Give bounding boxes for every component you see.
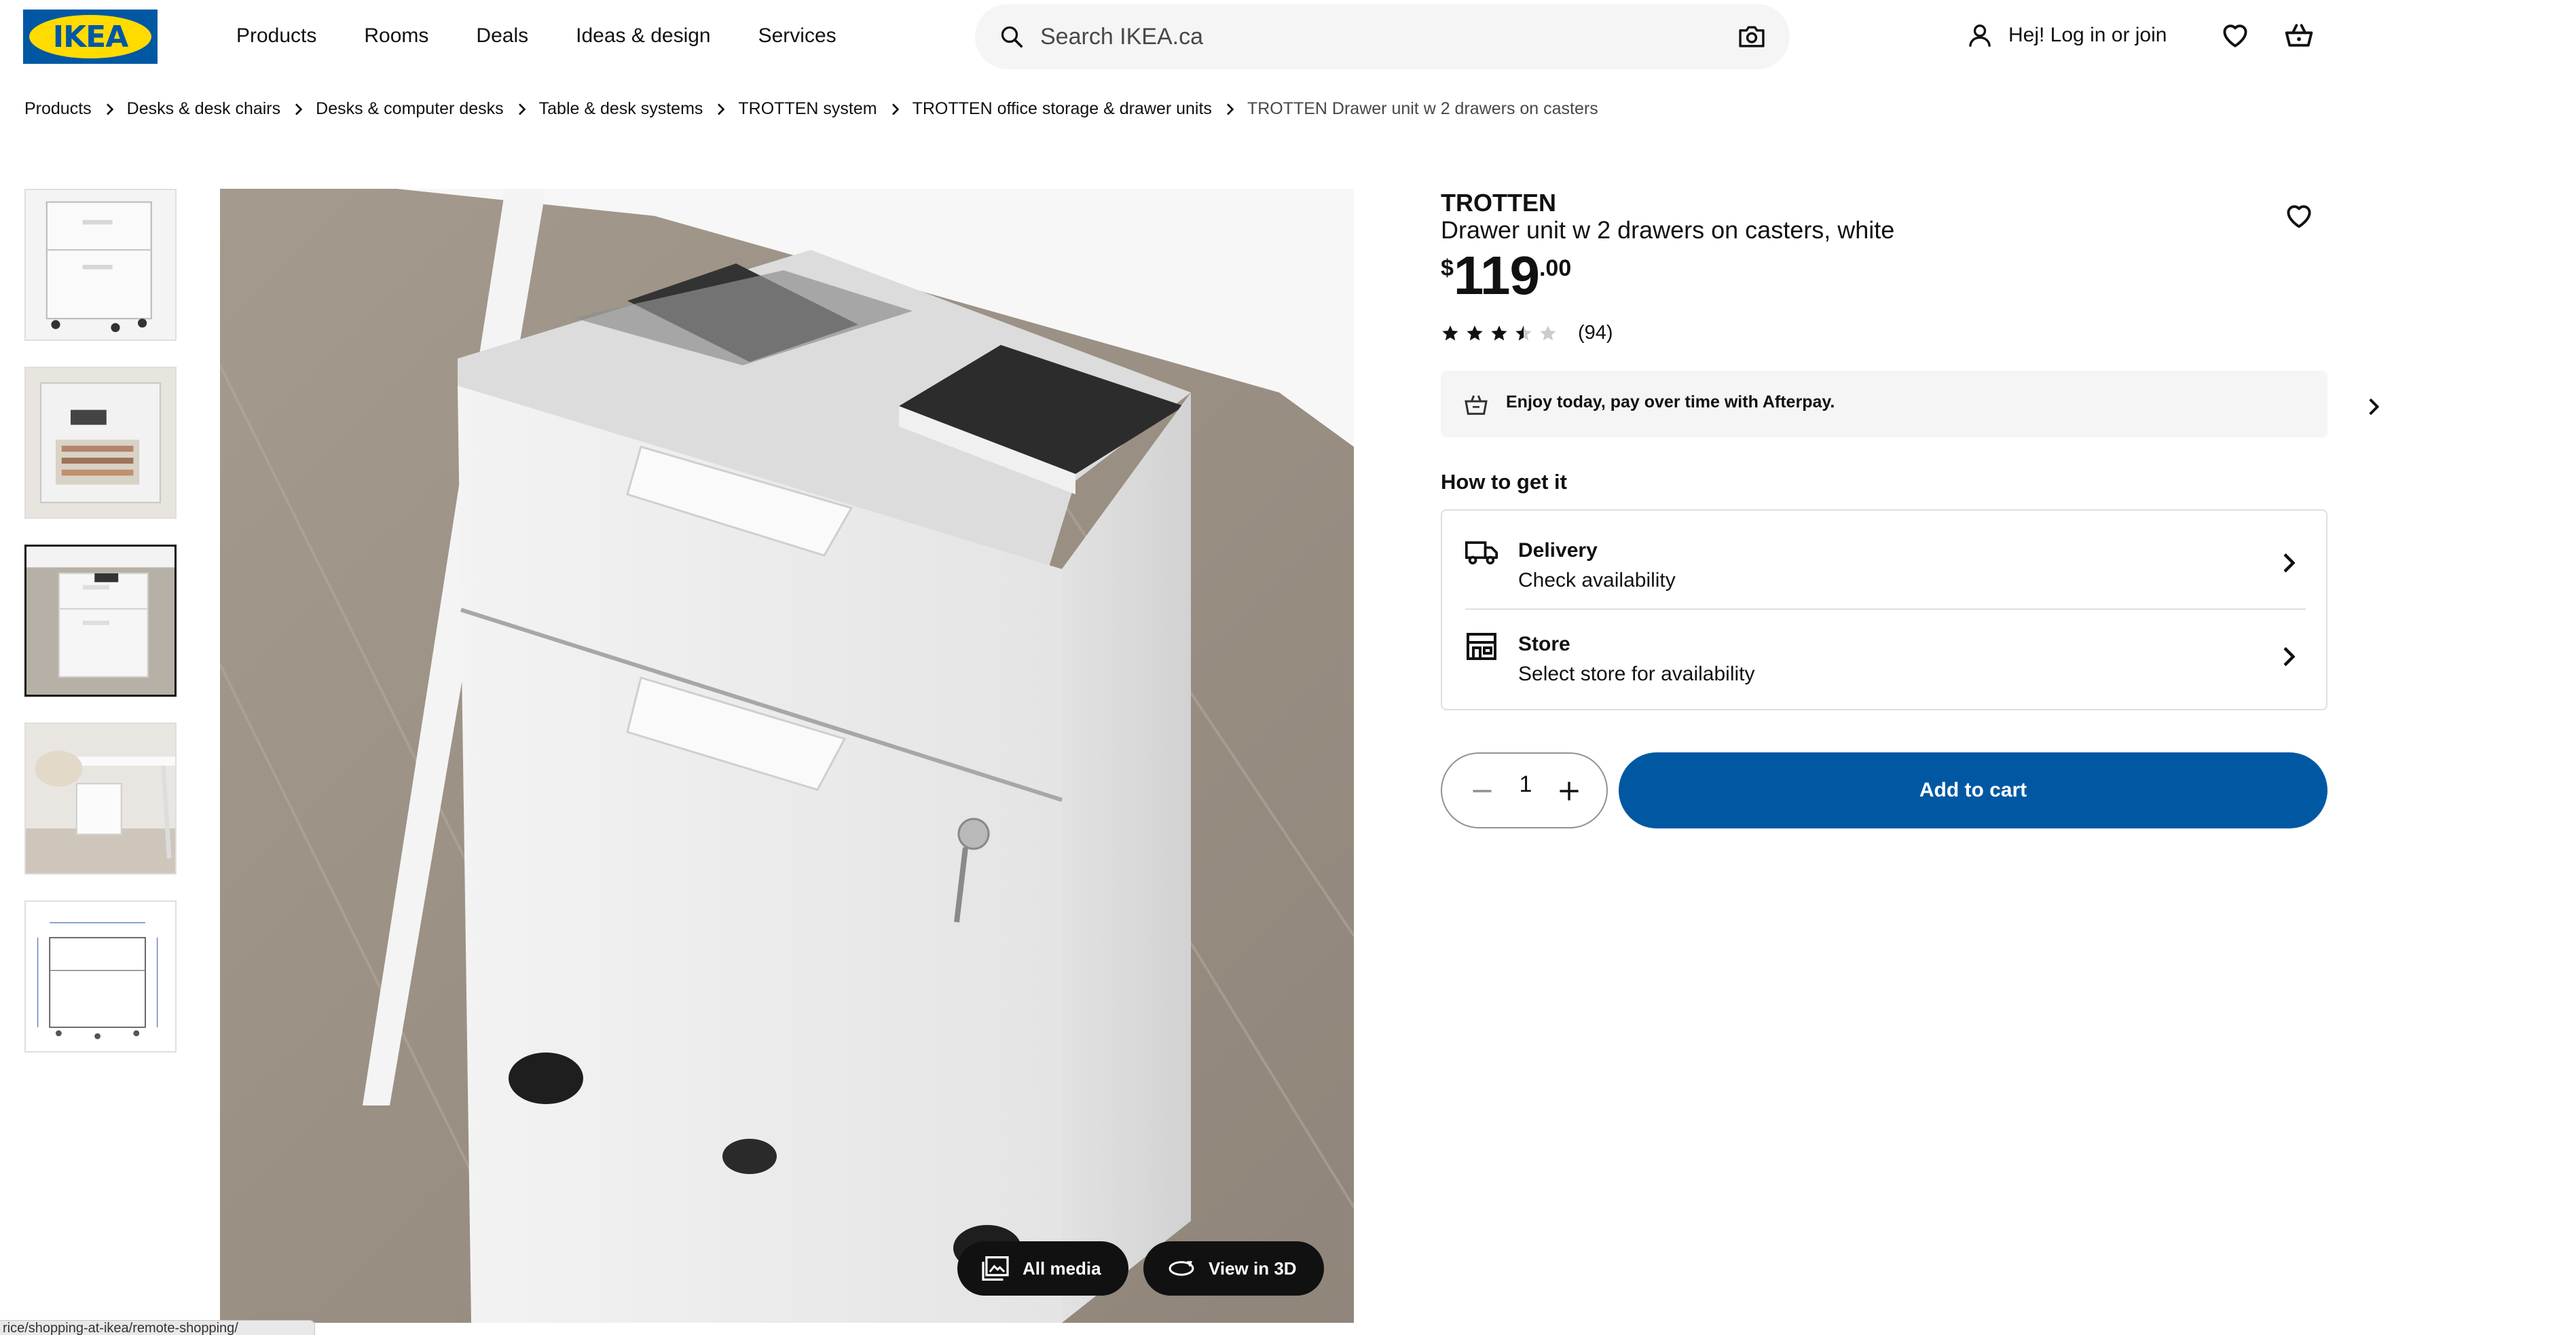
drawer-unit-front-image [26, 190, 175, 340]
search-icon [1001, 26, 1023, 48]
all-media-button[interactable]: All media [957, 1241, 1128, 1296]
afterpay-banner[interactable]: Enjoy today, pay over time with Afterpay… [1441, 371, 2379, 437]
breadcrumb-products[interactable]: Products [24, 99, 92, 119]
breadcrumb-desks-computer-desks[interactable]: Desks & computer desks [316, 99, 504, 119]
nav-rooms[interactable]: Rooms [364, 23, 428, 49]
drawer-unit-angle-image [26, 547, 174, 695]
chevron-right-icon [891, 103, 899, 115]
breadcrumb-table-desk-systems[interactable]: Table & desk systems [539, 99, 703, 119]
chevron-right-icon [106, 103, 113, 115]
breadcrumb-current: TROTTEN Drawer unit w 2 drawers on caste… [1247, 99, 1598, 118]
thumbnail-3[interactable] [24, 545, 177, 697]
browser-status-url: rice/shopping-at-ikea/remote-shopping/ [0, 1320, 315, 1335]
add-to-cart-label: Add to cart [1919, 779, 2027, 801]
nav-products[interactable]: Products [236, 23, 316, 49]
nav-services[interactable]: Services [758, 23, 836, 49]
logo-oval: IKEA [29, 15, 151, 58]
ikea-logo[interactable]: IKEA [23, 10, 158, 64]
add-to-favorites-heart-icon[interactable] [2284, 201, 2314, 231]
shopping-bag-icon[interactable] [2284, 20, 2314, 50]
delivery-subtitle: Check availability [1518, 569, 1676, 591]
search-bar[interactable] [975, 4, 1790, 69]
favorites-heart-icon[interactable] [2220, 20, 2250, 50]
how-to-get-it-heading: How to get it [1441, 470, 1567, 494]
chevron-right-icon [2369, 398, 2379, 416]
3d-rotate-icon [1169, 1261, 1194, 1276]
product-name: TROTTEN [1441, 189, 1556, 217]
product-rating[interactable]: (94) [1441, 322, 1613, 344]
breadcrumb-desks-desk-chairs[interactable]: Desks & desk chairs [127, 99, 280, 119]
store-subtitle: Select store for availability [1518, 663, 1755, 685]
main-product-image[interactable] [220, 189, 1354, 1323]
thumbnail-2[interactable] [24, 367, 177, 519]
price-decimal: .00 [1539, 255, 1572, 281]
chevron-right-icon [518, 103, 526, 115]
breadcrumb: Products Desks & desk chairs Desks & com… [24, 99, 1598, 119]
delivery-title: Delivery [1518, 539, 1598, 562]
quantity-value[interactable]: 1 [1510, 771, 1541, 798]
logo-text: IKEA [52, 19, 129, 54]
price-currency: $ [1441, 255, 1454, 281]
delivery-option[interactable]: Delivery Check availability [1442, 511, 2326, 604]
drawer-unit-in-room-image [26, 724, 175, 873]
view-in-3d-label: View in 3D [1209, 1258, 1297, 1279]
store-option[interactable]: Store Select store for availability [1442, 610, 2326, 703]
account-label: Hej! Log in or join [2008, 24, 2167, 46]
chevron-right-icon [718, 103, 725, 115]
view-in-3d-button[interactable]: View in 3D [1143, 1241, 1324, 1296]
main-nav: Products Rooms Deals Ideas & design Serv… [236, 23, 836, 49]
add-to-cart-button[interactable]: Add to cart [1619, 752, 2327, 828]
chevron-right-icon [2283, 646, 2295, 667]
delivery-truck-icon [1465, 541, 1498, 565]
afterpay-icon [1465, 395, 1488, 415]
review-count: (94) [1578, 322, 1613, 344]
all-media-label: All media [1023, 1258, 1101, 1279]
afterpay-text: Enjoy today, pay over time with Afterpay… [1506, 392, 1835, 412]
user-icon [1969, 24, 1991, 47]
dimension-drawing-image [26, 902, 175, 1051]
star-full-icon [1491, 325, 1507, 340]
price-integer: 119 [1453, 245, 1540, 306]
product-price: $ 119 .00 [1441, 247, 1571, 304]
star-full-icon [1467, 325, 1483, 340]
drawer-open-image [26, 368, 175, 517]
search-input[interactable] [1040, 20, 1651, 53]
nav-ideas-design[interactable]: Ideas & design [576, 23, 710, 49]
plus-icon[interactable] [1558, 780, 1581, 803]
thumbnail-4[interactable] [24, 723, 177, 875]
star-half-icon [1515, 325, 1532, 340]
chevron-right-icon [1226, 103, 1234, 115]
minus-icon[interactable] [1471, 780, 1494, 803]
account-link[interactable]: Hej! Log in or join [1966, 20, 2167, 50]
breadcrumb-trotten-office-storage[interactable]: TROTTEN office storage & drawer units [913, 99, 1212, 119]
gallery-icon [982, 1256, 1009, 1281]
product-description: Drawer unit w 2 drawers on casters, whit… [1441, 216, 1895, 244]
chevron-right-icon [2283, 553, 2295, 573]
star-empty-icon [1540, 325, 1556, 340]
availability-box: Delivery Check availability Store Select… [1441, 509, 2327, 710]
nav-deals[interactable]: Deals [476, 23, 528, 49]
chevron-right-icon [295, 103, 303, 115]
thumbnail-1[interactable] [24, 189, 177, 341]
drawer-unit-photo [220, 189, 1354, 1323]
store-title: Store [1518, 633, 1570, 655]
thumbnail-5[interactable] [24, 900, 177, 1053]
star-full-icon [1442, 325, 1458, 340]
quantity-stepper: 1 [1441, 752, 1608, 828]
camera-search-icon[interactable] [1738, 24, 1765, 49]
site-header: IKEA Products Rooms Deals Ideas & design… [0, 0, 2576, 72]
breadcrumb-trotten-system[interactable]: TROTTEN system [738, 99, 877, 119]
store-icon [1467, 633, 1496, 660]
